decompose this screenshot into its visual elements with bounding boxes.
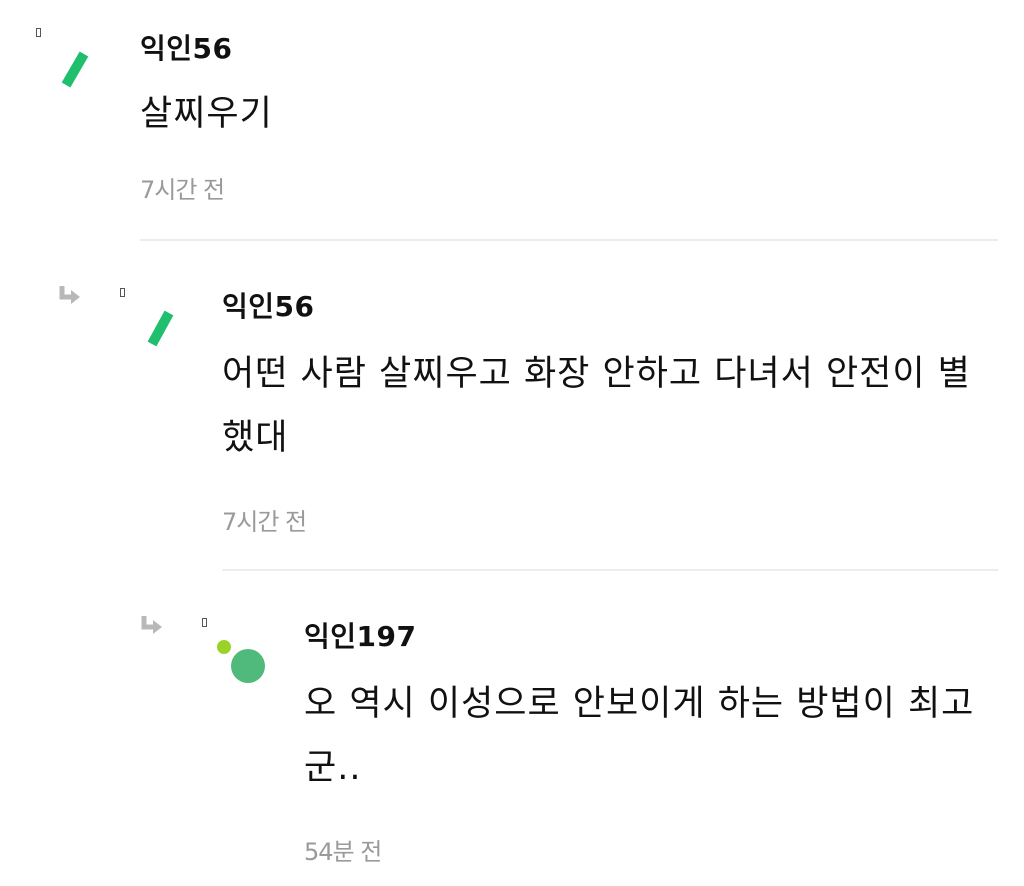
- reply-arrow-icon: [141, 616, 162, 634]
- comment-text: 오 역시 이성으로 안보이게 하는 방법이 최고군..: [304, 684, 975, 788]
- comment-divider: [222, 569, 998, 571]
- reply-arrow-icon: [59, 286, 80, 304]
- comment-divider: [140, 239, 998, 241]
- comment-marker-icon: [202, 618, 207, 627]
- comment-time: 54분 전: [304, 838, 382, 866]
- comment-text: 살찌우기: [140, 94, 273, 134]
- comment-time: 7시간 전: [222, 508, 307, 536]
- comment-marker-icon: [36, 28, 41, 37]
- comment-marker-icon: [120, 288, 125, 297]
- avatar: [61, 51, 89, 88]
- comment-author[interactable]: 익인197: [304, 615, 416, 655]
- comment-text: 어떤 사람 살찌우고 화장 안하고 다녀서 안전이 별했대: [222, 354, 971, 458]
- avatar: [217, 640, 265, 683]
- comment-author[interactable]: 익인56: [140, 27, 233, 67]
- avatar: [147, 310, 174, 347]
- comment-time: 7시간 전: [140, 176, 225, 204]
- comment-author[interactable]: 익인56: [222, 285, 315, 325]
